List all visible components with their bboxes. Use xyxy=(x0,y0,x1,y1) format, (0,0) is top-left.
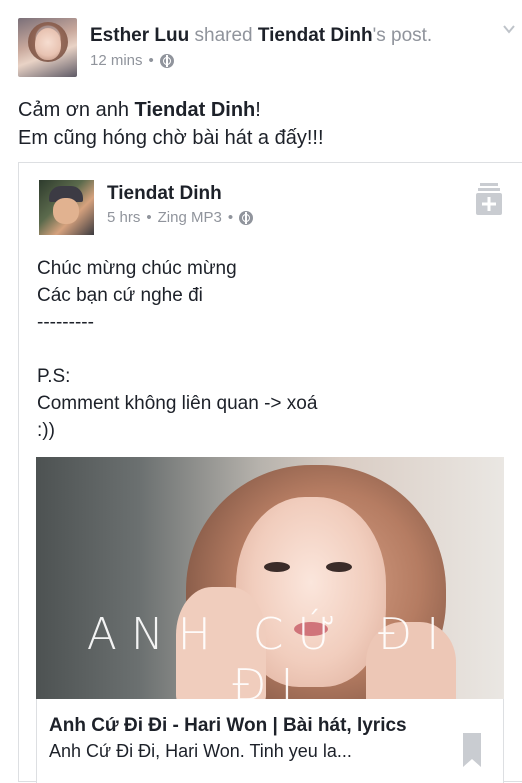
shared-post-body: Chúc mừng chúc mừng Các bạn cứ nghe đi -… xyxy=(37,258,318,441)
post-time[interactable]: 12 mins xyxy=(90,52,143,69)
shared-author-avatar[interactable] xyxy=(39,180,94,235)
meta-separator: • xyxy=(148,52,154,69)
chevron-down-icon[interactable] xyxy=(502,22,516,36)
shared-author-name[interactable]: Tiendat Dinh xyxy=(107,183,222,205)
photo-eye xyxy=(264,562,290,572)
status-line-1: Cảm ơn anh Tiendat Dinh! xyxy=(18,96,508,124)
save-plus-icon[interactable] xyxy=(476,183,502,215)
shared-action-text: shared xyxy=(189,25,258,46)
status-text: Cảm ơn anh Tiendat Dinh! Em cũng hóng ch… xyxy=(18,96,508,152)
link-preview-image[interactable]: ANH CỨ ĐI ĐI xyxy=(36,457,504,699)
bookmark-icon[interactable] xyxy=(463,733,481,767)
meta-separator: • xyxy=(227,209,234,226)
status-line-1-suffix: ! xyxy=(255,99,261,121)
shared-from-name[interactable]: Tiendat Dinh xyxy=(258,25,373,46)
link-title[interactable]: Anh Cứ Đi Đi - Hari Won | Bài hát, lyric… xyxy=(49,715,407,737)
post-meta: 12 mins • xyxy=(90,52,432,69)
photo-eye xyxy=(326,562,352,572)
shared-post-time[interactable]: 5 hrs xyxy=(107,209,140,226)
shared-post-meta: 5 hrs • Zing MP3 • xyxy=(107,209,254,226)
header-text: Esther Luu shared Tiendat Dinh's post. 1… xyxy=(90,24,432,69)
status-mention[interactable]: Tiendat Dinh xyxy=(135,99,256,121)
status-line-2: Em cũng hóng chờ bài hát a đấy!!! xyxy=(18,127,324,149)
meta-separator: • xyxy=(146,209,152,226)
post-headline: Esther Luu shared Tiendat Dinh's post. xyxy=(90,24,432,48)
shared-suffix-text: 's post. xyxy=(372,25,433,46)
globe-icon xyxy=(239,210,254,225)
globe-icon xyxy=(159,53,174,68)
author-name[interactable]: Esther Luu xyxy=(90,25,189,46)
link-description: Anh Cứ Đi Đi, Hari Won. Tinh yeu la... xyxy=(49,741,352,761)
link-image-overlay-text: ANH CỨ ĐI ĐI xyxy=(86,609,454,699)
link-preview-info[interactable]: Anh Cứ Đi Đi - Hari Won | Bài hát, lyric… xyxy=(36,699,504,783)
avatar-face xyxy=(53,198,79,224)
author-avatar[interactable] xyxy=(18,18,77,77)
shared-post-source[interactable]: Zing MP3 xyxy=(158,209,222,226)
post-header: Esther Luu shared Tiendat Dinh's post. 1… xyxy=(0,0,522,90)
status-line-1-prefix: Cảm ơn anh xyxy=(18,99,135,121)
avatar-face xyxy=(35,28,61,60)
shared-post-card: Tiendat Dinh 5 hrs • Zing MP3 • Chúc mừn… xyxy=(18,162,522,783)
